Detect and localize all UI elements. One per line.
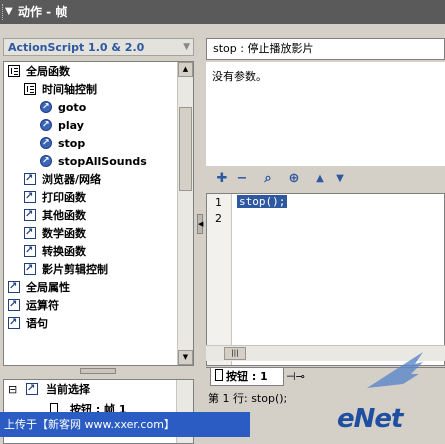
help-title: stop : 停止播放影片 [206, 38, 445, 60]
add-icon[interactable]: ✚ [214, 171, 230, 187]
tree-item-label: 运算符 [26, 299, 59, 312]
tree-item-label: 时间轴控制 [42, 83, 97, 96]
folder-icon [8, 314, 20, 332]
action-icon [40, 116, 52, 134]
tree-item-label: 打印函数 [42, 191, 86, 204]
collapse-handle-icon[interactable]: ◀ [197, 214, 203, 234]
script-tab[interactable]: 按钮 : 1 [210, 368, 284, 386]
code-editor[interactable]: 1 2 stop(); [206, 193, 445, 366]
folder-icon [26, 380, 38, 398]
help-body: 没有参数。 [206, 62, 445, 166]
folder-icon [24, 170, 36, 188]
tree-item-label: 影片剪辑控制 [42, 263, 108, 276]
folder-icon [24, 224, 36, 242]
scroll-thumb[interactable] [179, 107, 192, 191]
actions-toolbox: ActionScript 1.0 & 2.0 ▼ ▲ ▼ 全局函数时间轴控制 go… [0, 34, 196, 444]
watermark-banner: 上传于【新客网 www.xxer.com】 [0, 412, 250, 437]
folder-icon [8, 296, 20, 314]
tree-item-label: 语句 [26, 317, 48, 330]
target-icon[interactable]: ⊕ [286, 171, 302, 187]
tree-item-label: stop [58, 137, 86, 150]
tree-item-label: 全局属性 [26, 281, 70, 294]
pane-separator[interactable]: ◀ [196, 34, 204, 410]
navigator-item-label: 当前选择 [46, 383, 90, 396]
tree-item[interactable]: 数学函数 [4, 224, 174, 243]
action-icon [40, 134, 52, 152]
tree-item[interactable]: 其他函数 [4, 206, 174, 225]
book-icon [8, 65, 20, 77]
tree-item[interactable]: 转换函数 [4, 242, 174, 261]
tree-item-label: 全局函数 [26, 65, 70, 78]
move-up-icon[interactable]: ▲ [312, 171, 328, 187]
scroll-up-icon[interactable]: ▲ [178, 62, 193, 77]
code-line[interactable]: stop(); [237, 195, 288, 208]
book-icon [24, 83, 36, 95]
find-icon[interactable]: ⌕ [260, 171, 276, 187]
button-icon [215, 369, 223, 381]
tree-item[interactable]: 浏览器/网络 [4, 170, 174, 189]
remove-icon[interactable]: − [234, 171, 250, 187]
tree-item[interactable]: 全局属性 [4, 278, 174, 297]
line-gutter: 1 2 [207, 194, 232, 365]
tree-item[interactable]: 时间轴控制 [4, 81, 174, 99]
folder-icon [24, 260, 36, 278]
collapse-arrow-icon[interactable]: ▼ [5, 0, 13, 24]
tree-item-label: stopAllSounds [58, 155, 147, 168]
action-icon [40, 98, 52, 116]
tree-item-label: 转换函数 [42, 245, 86, 258]
tree-item[interactable]: 打印函数 [4, 188, 174, 207]
chevron-down-icon[interactable]: ▼ [183, 39, 190, 56]
tree-item[interactable]: stopAllSounds [4, 152, 174, 171]
pin-icon[interactable]: ⊣⊸ [286, 370, 305, 383]
wing-icon [367, 352, 423, 388]
move-down-icon[interactable]: ▼ [332, 171, 348, 187]
actions-tree[interactable]: ▲ ▼ 全局函数时间轴控制 goto play stop stopAllSounds 浏览… [3, 61, 194, 366]
panel-title: 动作 - 帧 [18, 5, 68, 19]
tree-item-label: 其他函数 [42, 209, 86, 222]
tree-item-label: 数学函数 [42, 227, 86, 240]
toolbox-splitter[interactable] [80, 368, 116, 374]
tree-item[interactable]: 语句 [4, 314, 174, 333]
tree-scrollbar[interactable]: ▲ ▼ [177, 62, 193, 365]
tree-item-label: play [58, 119, 84, 132]
tab-label: 按钮 : 1 [226, 370, 268, 383]
expand-minus-icon[interactable]: ⊟ [8, 381, 17, 399]
script-toolbar: ✚ − ⌕ ⊕ ▲ ▼ [206, 170, 445, 190]
tree-item[interactable]: 影片剪辑控制 [4, 260, 174, 279]
tree-item[interactable]: 全局函数 [4, 63, 174, 81]
folder-icon [8, 278, 20, 296]
line-number: 2 [215, 212, 222, 225]
enet-logo: eNet [325, 346, 445, 437]
tree-item[interactable]: play [4, 116, 174, 135]
folder-icon [24, 242, 36, 260]
navigator-item[interactable]: ⊟ 当前选择 [4, 380, 189, 399]
tree-item-label: goto [58, 101, 87, 114]
panel-titlebar[interactable]: ▼ 动作 - 帧 [0, 0, 445, 24]
logo-text: eNet [337, 404, 403, 434]
scroll-down-icon[interactable]: ▼ [178, 350, 193, 365]
hscroll-thumb[interactable]: ||| [224, 347, 246, 360]
language-dropdown[interactable]: ActionScript 1.0 & 2.0 ▼ [3, 38, 194, 56]
folder-icon [24, 188, 36, 206]
tree-item-label: 浏览器/网络 [42, 173, 102, 186]
tree-item[interactable]: 运算符 [4, 296, 174, 315]
tree-item[interactable]: goto [4, 98, 174, 117]
action-icon [40, 152, 52, 170]
tree-item[interactable]: stop [4, 134, 174, 153]
folder-icon [24, 206, 36, 224]
language-dropdown-value: ActionScript 1.0 & 2.0 [8, 41, 145, 54]
line-number: 1 [215, 196, 222, 209]
